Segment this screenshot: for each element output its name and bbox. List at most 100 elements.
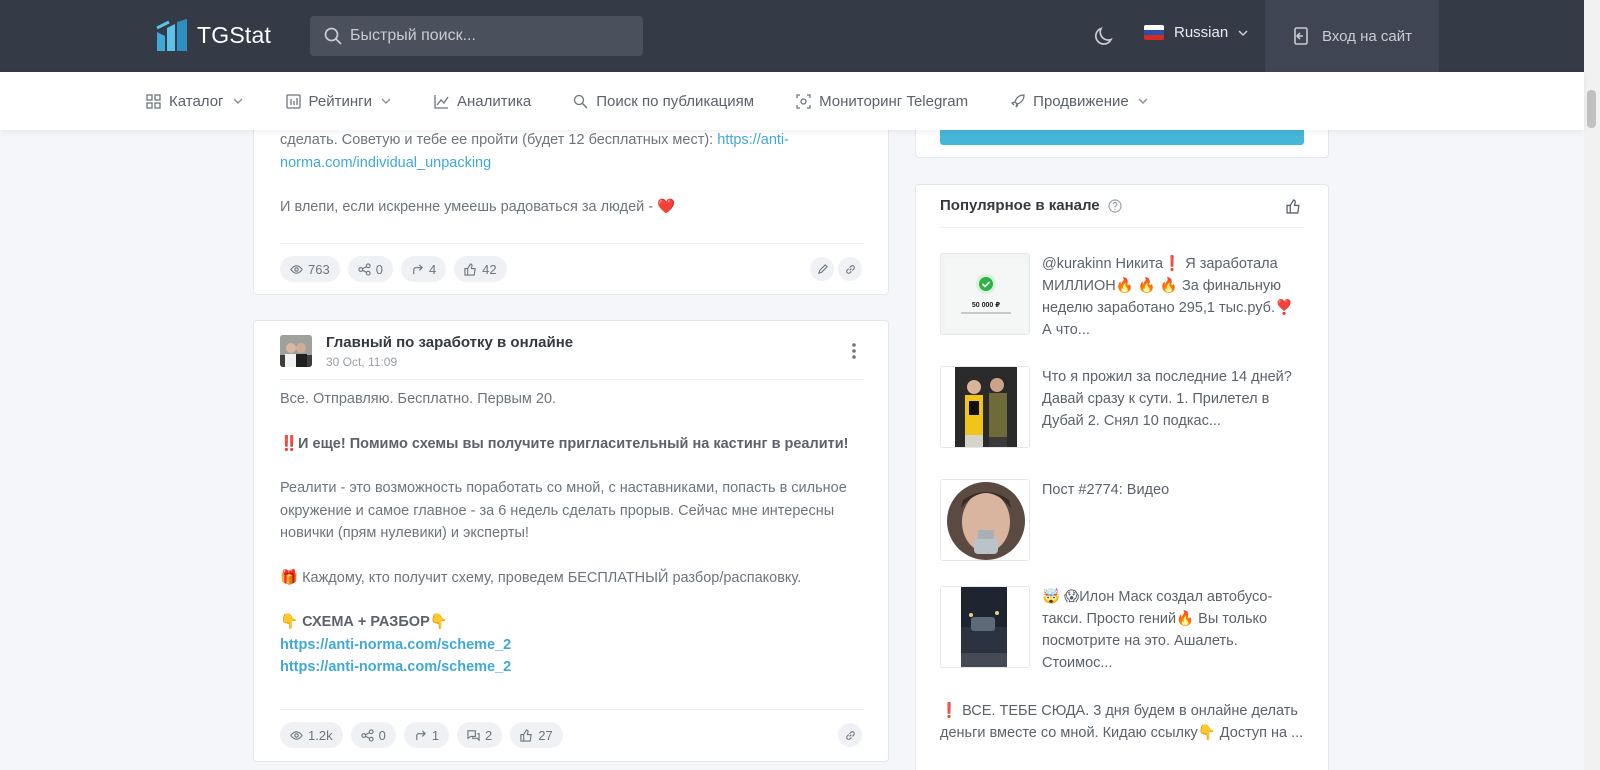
views-count: 763	[308, 261, 330, 277]
popular-item[interactable]: Что я прожил за последние 14 дней? Давай…	[940, 366, 1304, 448]
nav-search-posts-label: Поиск по публикациям	[596, 92, 755, 110]
nav-ratings-label: Рейтинги	[308, 92, 372, 110]
post-paragraph: Реалити - это возможность поработать со …	[280, 480, 847, 496]
nav-analytics[interactable]: Аналитика	[434, 93, 531, 110]
copy-link-button[interactable]	[838, 257, 862, 281]
scan-icon	[796, 93, 811, 109]
forwards-counter[interactable]: 1	[403, 722, 450, 748]
thumbnail-image	[941, 480, 1029, 560]
divider	[280, 243, 864, 244]
views-counter[interactable]: 1.2k	[280, 722, 343, 748]
likes-counter[interactable]: 27	[510, 722, 563, 748]
likes-count: 42	[482, 261, 497, 277]
logo-icon	[156, 19, 187, 51]
shares-count: 0	[375, 261, 383, 277]
shares-counter[interactable]: 0	[350, 722, 396, 748]
post-paragraph: окружение и самое главное - за 6 недель …	[280, 502, 835, 519]
nav-promotion-label: Продвижение	[1033, 92, 1129, 110]
chevron-down-icon	[1138, 98, 1148, 104]
nav-monitoring[interactable]: Мониторинг Telegram	[796, 93, 968, 110]
forwards-count: 1	[431, 727, 440, 743]
forward-icon	[413, 263, 423, 274]
help-icon[interactable]	[1108, 198, 1122, 213]
thumbs-up-icon[interactable]	[1286, 199, 1301, 214]
post-date[interactable]: 30 Oct, 11:09	[326, 355, 397, 369]
scrollbar-thumb[interactable]	[1587, 90, 1596, 128]
post-paragraph-bold: ‼️И еще! Помимо схемы вы получите пригла…	[280, 435, 849, 452]
chevron-down-icon	[233, 98, 243, 104]
thumbs-up-icon	[520, 728, 533, 742]
popular-item-text: Что я прожил за последние 14 дней? Давай…	[1042, 369, 1292, 429]
share-icon	[360, 728, 374, 742]
shares-counter[interactable]: 0	[347, 256, 393, 282]
post-thumbnail	[940, 366, 1030, 448]
search-icon	[324, 27, 342, 45]
popular-title: Популярное в канале	[940, 197, 1100, 214]
edit-button[interactable]	[810, 257, 834, 281]
top-bar: TGStat Russian Вход на сайт	[0, 0, 1584, 72]
comments-count: 2	[485, 727, 493, 743]
post-card: Главный по заработку в онлайне 30 Oct, 1…	[253, 320, 889, 762]
nav-ratings[interactable]: Рейтинги	[285, 92, 392, 110]
popular-item[interactable]: ❗️ ВСЕ. ТЕБЕ СЮДА. 3 дня будем в онлайне…	[940, 700, 1304, 744]
post-body: Все. Отправляю. Бесплатно. Первым 20. ‼️…	[280, 388, 870, 679]
nav-promotion[interactable]: Продвижение	[1010, 93, 1149, 110]
nav-search-posts[interactable]: Поиск по публикациям	[573, 93, 754, 110]
popular-item-text: 🤯 😱Илон Маск создал автобусо-такси. Прос…	[1042, 589, 1273, 671]
channel-avatar[interactable]	[280, 335, 312, 367]
nav-monitoring-label: Мониторинг Telegram	[819, 92, 969, 110]
search-box[interactable]	[310, 16, 643, 56]
popular-item[interactable]: 🤯 😱Илон Маск создал автобусо-такси. Прос…	[940, 586, 1304, 674]
nav-catalog[interactable]: Каталог	[146, 93, 244, 110]
popular-item[interactable]: 50 000 ₽ @kurakinn Никита❗️ Я заработала…	[940, 253, 1304, 341]
channel-name[interactable]: Главный по заработку в онлайне	[326, 334, 573, 351]
post-paragraph: Все. Отправляю. Бесплатно. Первым 20.	[280, 391, 557, 407]
forwards-count: 4	[428, 261, 437, 277]
logo[interactable]: TGStat	[155, 18, 271, 52]
more-menu-button[interactable]	[850, 341, 858, 361]
forwards-counter[interactable]: 4	[400, 256, 447, 282]
likes-counter[interactable]: 42	[454, 256, 507, 282]
login-button[interactable]: Вход на сайт	[1265, 0, 1439, 72]
search-input[interactable]	[350, 27, 630, 45]
thumbnail-image	[941, 587, 1029, 667]
popular-item-text: Пост #2774: Видео	[1042, 482, 1170, 498]
post-text-line: сделать. Советую и тебе ее пройти (будет…	[280, 132, 718, 148]
comments-counter[interactable]: 2	[457, 722, 503, 748]
nav-analytics-label: Аналитика	[456, 92, 532, 110]
language-selector[interactable]: Russian	[1144, 24, 1248, 41]
thumbnail-image	[941, 367, 1029, 447]
nav-catalog-label: Каталог	[169, 92, 224, 110]
post-link[interactable]: https://anti-	[717, 132, 789, 148]
popular-item-text: @kurakinn Никита❗️ Я заработала МИЛЛИОН🔥…	[1042, 256, 1294, 338]
shares-count: 0	[378, 727, 386, 743]
heart-emoji: ❤️	[657, 199, 676, 215]
post-link[interactable]: norma.com/individual_unpacking	[280, 155, 491, 171]
moon-icon[interactable]	[1092, 24, 1116, 48]
post-body: сделать. Советую и тебе ее пройти (будет…	[280, 129, 870, 219]
forward-icon	[416, 729, 426, 740]
post-paragraph: 🎁 Каждому, кто получит схему, проведем Б…	[280, 569, 802, 586]
search-icon	[574, 94, 588, 109]
login-label: Вход на сайт	[1322, 27, 1412, 45]
post-text-line: И влепи, если искренне умеешь радоваться…	[280, 199, 658, 215]
post-link[interactable]: https://anti-norma.com/scheme_2	[280, 637, 511, 653]
views-counter[interactable]: 763	[280, 256, 340, 282]
logo-text: TGStat	[197, 21, 272, 48]
divider	[280, 709, 864, 710]
rocket-icon	[1010, 93, 1025, 107]
eye-icon	[290, 730, 303, 740]
chevron-down-icon	[381, 98, 391, 104]
chevron-down-icon	[1238, 29, 1248, 36]
divider	[940, 227, 1304, 228]
eye-icon	[290, 264, 303, 274]
post-link[interactable]: https://anti-norma.com/scheme_2	[280, 659, 511, 675]
views-count: 1.2k	[308, 727, 333, 743]
avatar-image	[280, 335, 312, 367]
popular-item[interactable]: Пост #2774: Видео	[940, 479, 1304, 561]
nav-bar: Каталог Рейтинги Аналитика Поиск по публ…	[0, 72, 1584, 130]
copy-link-button[interactable]	[838, 723, 862, 747]
thumbs-up-icon	[464, 262, 476, 276]
post-thumbnail	[940, 586, 1030, 668]
post-paragraph-bold: 👇 СХЕМА + РАЗБОР👇	[280, 614, 448, 630]
